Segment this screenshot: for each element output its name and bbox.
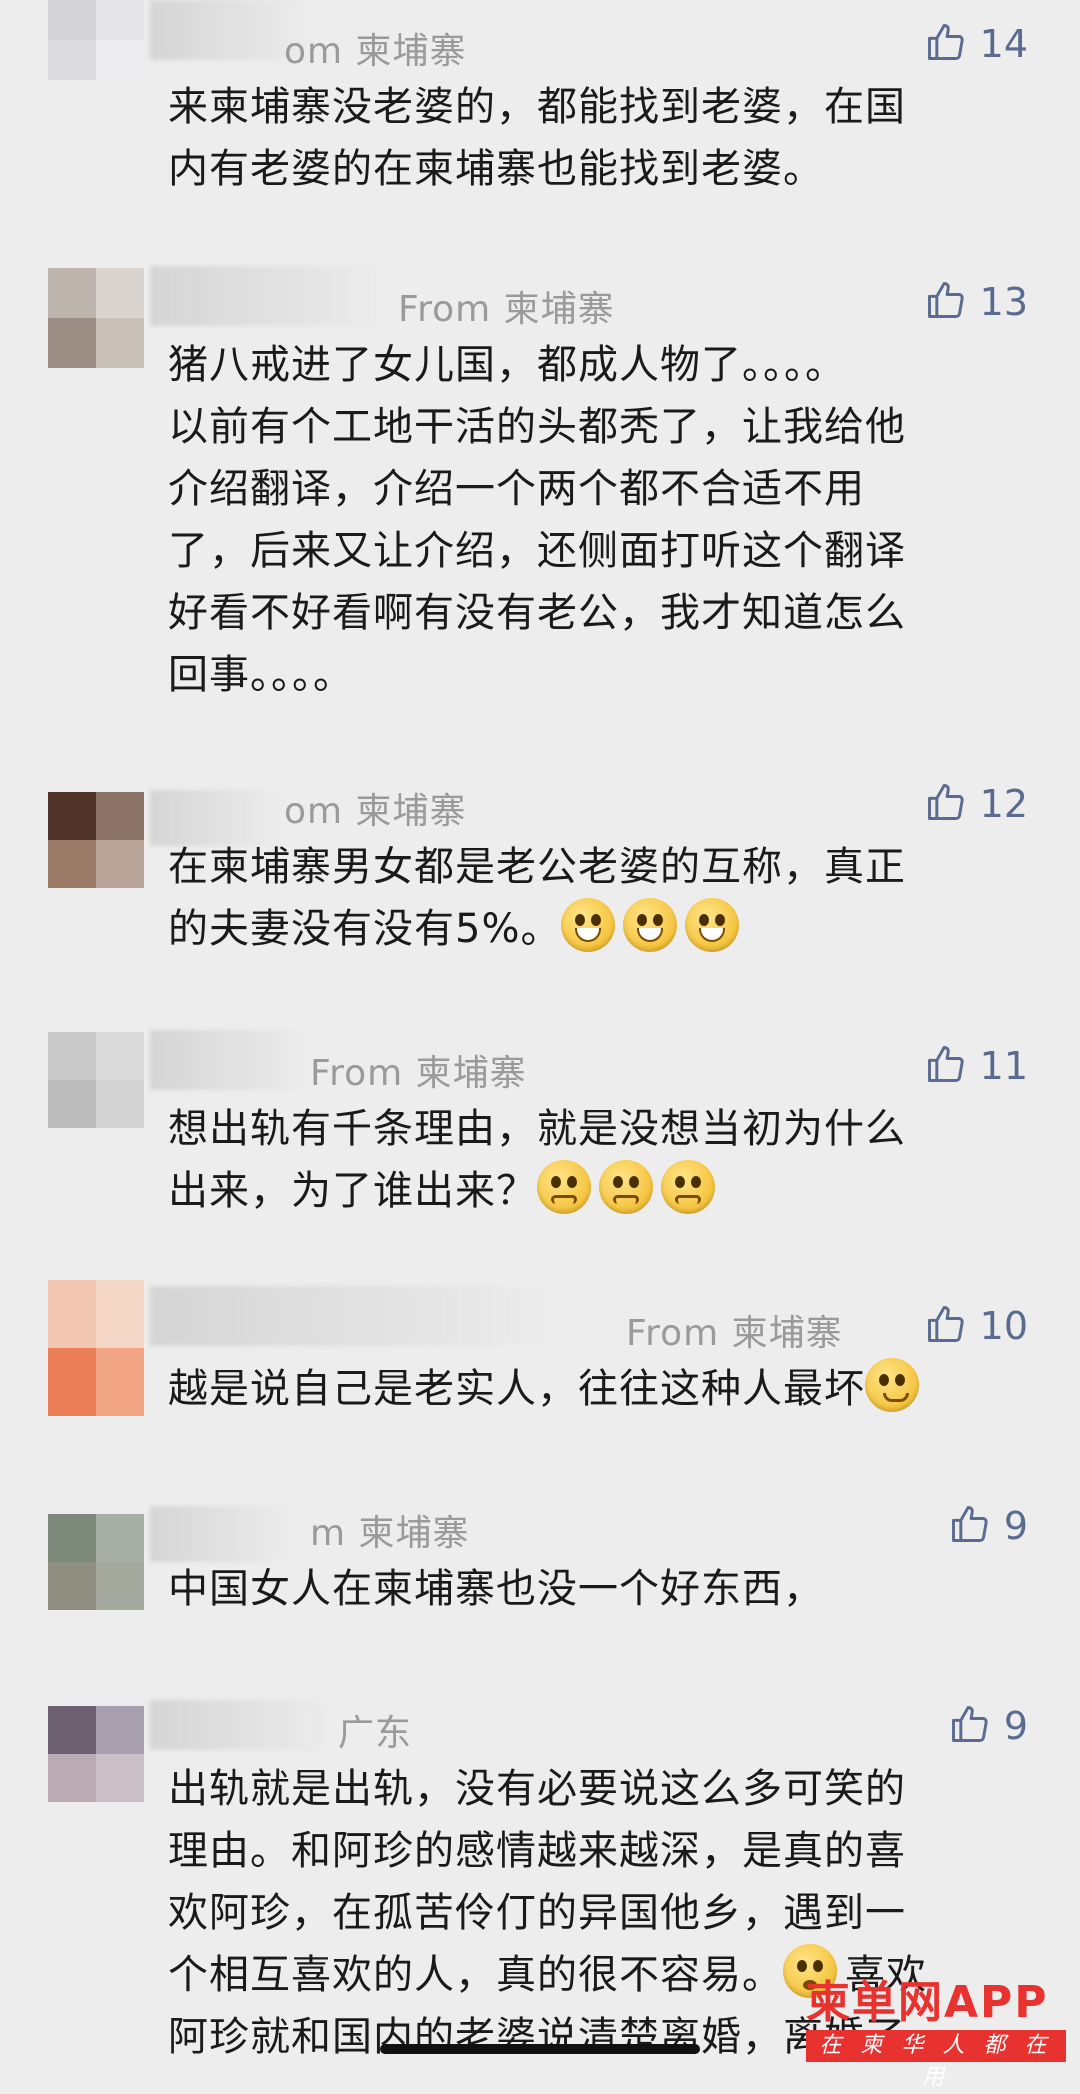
location-label: om 柬埔寨: [284, 791, 467, 832]
comment-text: 想出轨有千条理由，就是没想当初为什么 出来，为了谁出来？: [168, 1106, 906, 1214]
grin-emoji-icon: [561, 898, 616, 952]
thumbs-up-icon: [924, 1042, 968, 1090]
like-button[interactable]: 14: [924, 20, 1028, 68]
location-label: From 柬埔寨: [310, 1053, 527, 1094]
like-count: 11: [979, 1044, 1028, 1088]
location-label: m 柬埔寨: [310, 1513, 470, 1554]
like-count: 12: [979, 782, 1028, 826]
username-blurred: [150, 1506, 290, 1562]
like-count: 9: [1003, 1704, 1028, 1748]
location-label: From 柬埔寨: [626, 1313, 843, 1354]
comment-text: 来柬埔寨没老婆的，都能找到老婆，在国 内有老婆的在柬埔寨也能找到老婆。: [168, 84, 906, 192]
thumbs-up-icon: [924, 20, 968, 68]
like-count: 13: [979, 280, 1028, 324]
watermark-subtitle: 在 柬 华 人 都 在 用: [806, 2030, 1066, 2090]
like-button[interactable]: 11: [924, 1042, 1028, 1090]
location-label: om 柬埔寨: [284, 31, 467, 72]
like-count: 10: [979, 1304, 1028, 1348]
thumbs-up-icon: [924, 278, 968, 326]
like-count: 14: [979, 22, 1028, 66]
avatar[interactable]: [48, 1514, 144, 1610]
like-button[interactable]: 13: [924, 278, 1028, 326]
like-button[interactable]: 9: [948, 1702, 1028, 1750]
home-indicator[interactable]: [380, 2044, 700, 2054]
worried-emoji-icon: [661, 1160, 715, 1214]
like-count: 9: [1003, 1504, 1028, 1548]
username-blurred: [150, 266, 380, 326]
smirk-emoji-icon: [865, 1358, 919, 1412]
like-button[interactable]: 12: [924, 780, 1028, 828]
thumbs-up-icon: [948, 1502, 992, 1550]
thumbs-up-icon: [924, 780, 968, 828]
comment-text: 越是说自己是老实人，往往这种人最坏: [168, 1358, 1048, 1420]
emoji-row: [561, 898, 747, 952]
location-label: 广东: [338, 1713, 413, 1754]
avatar[interactable]: [48, 1032, 144, 1128]
grin-emoji-icon: [685, 898, 740, 952]
thumbs-up-icon: [924, 1302, 968, 1350]
like-button[interactable]: 10: [924, 1302, 1028, 1350]
comment-text: 中国女人在柬埔寨也没一个好东西，: [168, 1566, 824, 1612]
comment-text: 在柬埔寨男女都是老公老婆的互称，真正 的夫妻没有没有5%。: [168, 844, 906, 952]
watermark-title: 柬单网APP: [806, 1977, 1049, 2028]
worried-emoji-icon: [537, 1160, 591, 1214]
avatar[interactable]: [48, 1280, 144, 1416]
emoji-row: [865, 1358, 927, 1412]
username-blurred: [150, 1030, 310, 1090]
username-blurred: [150, 1700, 330, 1750]
comment-text: 猪八戒进了女儿国，都成人物了。。。。 以前有个工地干活的头都秃了，让我给他 介绍…: [168, 342, 906, 698]
username-blurred: [150, 1286, 550, 1346]
avatar[interactable]: [48, 1706, 144, 1802]
avatar[interactable]: [48, 792, 144, 888]
like-button[interactable]: 9: [948, 1502, 1028, 1550]
avatar[interactable]: [48, 0, 144, 80]
emoji-row: [537, 1160, 723, 1214]
worried-emoji-icon: [599, 1160, 653, 1214]
avatar[interactable]: [48, 268, 144, 368]
grin-emoji-icon: [623, 898, 678, 952]
location-label: From 柬埔寨: [398, 289, 615, 330]
app-watermark: 柬单网APP 在 柬 华 人 都 在 用: [806, 1966, 1066, 2090]
thumbs-up-icon: [948, 1702, 992, 1750]
